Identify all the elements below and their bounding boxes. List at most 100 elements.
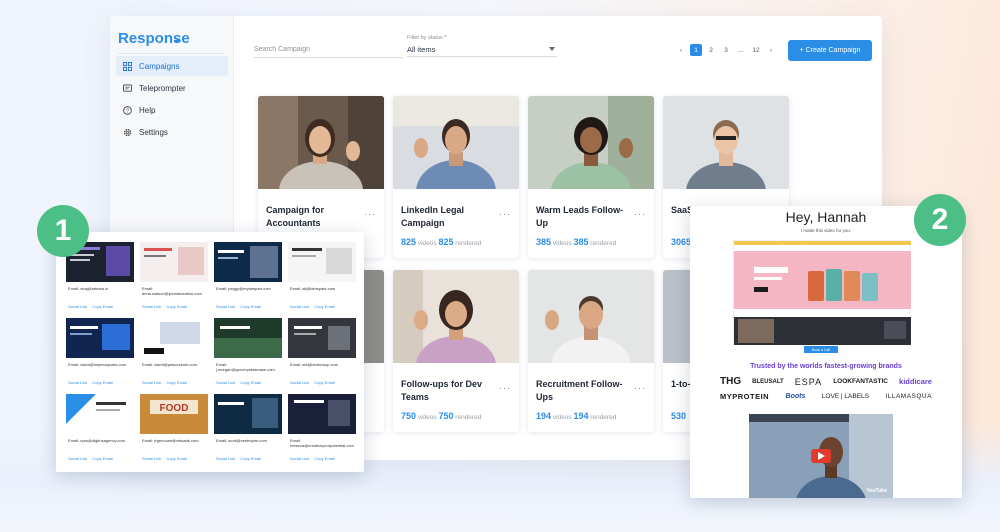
social-link[interactable]: Social Link bbox=[216, 304, 235, 309]
list-item: Email: ryan@digitusagency.com Social Lin… bbox=[66, 394, 134, 466]
landing-page-preview: Hey, Hannah I made this video for you. C… bbox=[690, 206, 962, 498]
create-campaign-button[interactable]: + Create Campaign bbox=[788, 40, 872, 61]
more-options-icon[interactable]: ··· bbox=[364, 209, 376, 219]
brand-logo: kiddicare bbox=[899, 377, 932, 386]
pagination-page-2[interactable]: 2 bbox=[705, 44, 717, 56]
campaign-card[interactable]: Follow-ups for Dev Teams ··· 750 videos … bbox=[393, 270, 519, 432]
copy-email-link[interactable]: Copy Email bbox=[314, 456, 334, 461]
brand-logo: ILLAMASQUA bbox=[885, 393, 932, 400]
pagination-page-12[interactable]: 12 bbox=[750, 44, 762, 56]
pagination-prev[interactable]: ‹ bbox=[675, 44, 687, 56]
rendered-label: rendered bbox=[590, 240, 617, 247]
videos-count: 194 bbox=[536, 411, 552, 421]
rendered-count: 194 bbox=[573, 411, 589, 421]
book-call-button[interactable]: Book a Call bbox=[804, 346, 838, 353]
social-link[interactable]: Social Link bbox=[68, 380, 87, 385]
sidebar-item-help[interactable]: ? Help bbox=[116, 100, 228, 120]
copy-email-link[interactable]: Copy Email bbox=[240, 380, 260, 385]
sidebar-item-campaigns[interactable]: Campaigns bbox=[116, 56, 228, 76]
list-item: Email: david@impetusposts.com Social Lin… bbox=[66, 318, 134, 390]
rendered-count: 750 bbox=[438, 411, 454, 421]
campaign-card[interactable]: LinkedIn Legal Campaign ··· 825 videos 8… bbox=[393, 96, 519, 258]
list-item: Email: j.morgan@grocerylietamase.com Soc… bbox=[214, 318, 282, 390]
copy-email-link[interactable]: Copy Email bbox=[240, 456, 260, 461]
copy-email-link[interactable]: Copy Email bbox=[166, 304, 186, 309]
copy-email-link[interactable]: Copy Email bbox=[314, 380, 334, 385]
social-link[interactable]: Social Link bbox=[68, 456, 87, 461]
pagination-next[interactable]: › bbox=[765, 44, 777, 56]
social-link[interactable]: Social Link bbox=[216, 456, 235, 461]
more-options-icon[interactable]: ··· bbox=[499, 209, 511, 219]
brand-logo: MYPROTEIN bbox=[720, 392, 770, 401]
email-text: Email: j.morgan@grocerylietamase.com bbox=[216, 362, 275, 372]
teleprompter-icon bbox=[123, 83, 132, 93]
pagination-page-1[interactable]: 1 bbox=[690, 44, 702, 56]
campaign-card[interactable]: Warm Leads Follow-Up ··· 385 videos 385 … bbox=[528, 96, 654, 258]
svg-text:?: ? bbox=[126, 108, 129, 114]
rendered-label: rendered bbox=[455, 240, 482, 247]
social-link[interactable]: Social Link bbox=[290, 380, 309, 385]
sidebar-item-teleprompter[interactable]: Teleprompter bbox=[116, 78, 228, 98]
trusted-by-heading: Trusted by the worlds fastest-growing br… bbox=[750, 363, 902, 370]
videos-label: videos bbox=[552, 414, 572, 421]
email-text: Email: anna.watson@proadcreation.com bbox=[142, 286, 202, 296]
gear-icon bbox=[123, 128, 132, 137]
email-text: Email: ali@bimspark.com bbox=[290, 286, 336, 291]
social-link[interactable]: Social Link bbox=[290, 456, 309, 461]
copy-email-link[interactable]: Copy Email bbox=[166, 380, 186, 385]
step-badge-2: 2 bbox=[914, 194, 966, 246]
campaign-thumbnail bbox=[528, 96, 654, 189]
social-link[interactable]: Social Link bbox=[290, 304, 309, 309]
site-headline: Collagen + Adaptogens bbox=[775, 244, 825, 249]
sidebar-item-settings[interactable]: Settings bbox=[116, 122, 228, 142]
website-screenshot bbox=[288, 394, 356, 434]
videos-label: videos bbox=[552, 240, 572, 247]
more-options-icon[interactable]: ··· bbox=[634, 209, 646, 219]
email-text: Email: scott@centmpire.com bbox=[216, 438, 267, 443]
brand-logo: Boots bbox=[785, 393, 806, 400]
step-badge-1: 1 bbox=[37, 205, 89, 257]
social-link[interactable]: Social Link bbox=[216, 380, 235, 385]
video-player[interactable]: YouTube bbox=[749, 414, 893, 498]
copy-email-link[interactable]: Copy Email bbox=[240, 304, 260, 309]
copy-email-link[interactable]: Copy Email bbox=[92, 380, 112, 385]
grid-icon bbox=[123, 61, 132, 71]
status-filter-select[interactable]: Filter by status * All items bbox=[407, 33, 557, 57]
help-icon: ? bbox=[123, 105, 132, 115]
website-screenshot bbox=[214, 318, 282, 358]
copy-email-link[interactable]: Copy Email bbox=[92, 304, 112, 309]
sidebar-item-label: Teleprompter bbox=[139, 83, 186, 93]
campaign-card[interactable]: Recruitment Follow-Ups ··· 194 videos 19… bbox=[528, 270, 654, 432]
email-text: Email: frgenouse@vetsads.com bbox=[142, 438, 199, 443]
rendered-count: 825 bbox=[438, 237, 454, 247]
copy-email-link[interactable]: Copy Email bbox=[166, 456, 186, 461]
list-item: Email: rebecca@creativeyourpotential.com… bbox=[288, 394, 356, 466]
list-item: FOOD Email: frgenouse@vetsads.com Social… bbox=[140, 394, 208, 466]
videos-count: 825 bbox=[401, 237, 417, 247]
email-text: Email: ryan@digitusagency.com bbox=[68, 438, 125, 443]
list-item: Email: scott@centmpire.com Social Link Co… bbox=[214, 394, 282, 466]
pagination-ellipsis: ... bbox=[738, 46, 744, 54]
card-stats: 825 videos 825 rendered bbox=[401, 237, 481, 247]
pagination-page-3[interactable]: 3 bbox=[720, 44, 732, 56]
videos-count: 385 bbox=[536, 237, 552, 247]
card-title: Recruitment Follow-Ups bbox=[536, 379, 623, 402]
more-options-icon[interactable]: ··· bbox=[634, 383, 646, 393]
copy-email-link[interactable]: Copy Email bbox=[92, 456, 112, 461]
copy-email-link[interactable]: Copy Email bbox=[314, 304, 334, 309]
website-screenshot: FOOD bbox=[140, 394, 208, 434]
campaign-thumbnail bbox=[393, 96, 519, 189]
social-link[interactable]: Social Link bbox=[142, 380, 161, 385]
website-screenshot bbox=[214, 394, 282, 434]
more-options-icon[interactable]: ··· bbox=[499, 383, 511, 393]
campaign-thumbnail bbox=[528, 270, 654, 363]
social-link[interactable]: Social Link bbox=[142, 304, 161, 309]
filter-label: Filter by status * bbox=[407, 35, 447, 41]
website-screenshots-panel: Email: viraj@artesta.io Social Link Copy … bbox=[56, 232, 364, 472]
social-link[interactable]: Social Link bbox=[142, 456, 161, 461]
search-input[interactable] bbox=[254, 42, 404, 58]
email-text: Email: rebecca@creativeyourpotential.com bbox=[290, 438, 354, 448]
brand-logo: THG bbox=[720, 376, 742, 387]
social-link[interactable]: Social Link bbox=[68, 304, 87, 309]
card-stats: 385 videos 385 rendered bbox=[536, 237, 616, 247]
